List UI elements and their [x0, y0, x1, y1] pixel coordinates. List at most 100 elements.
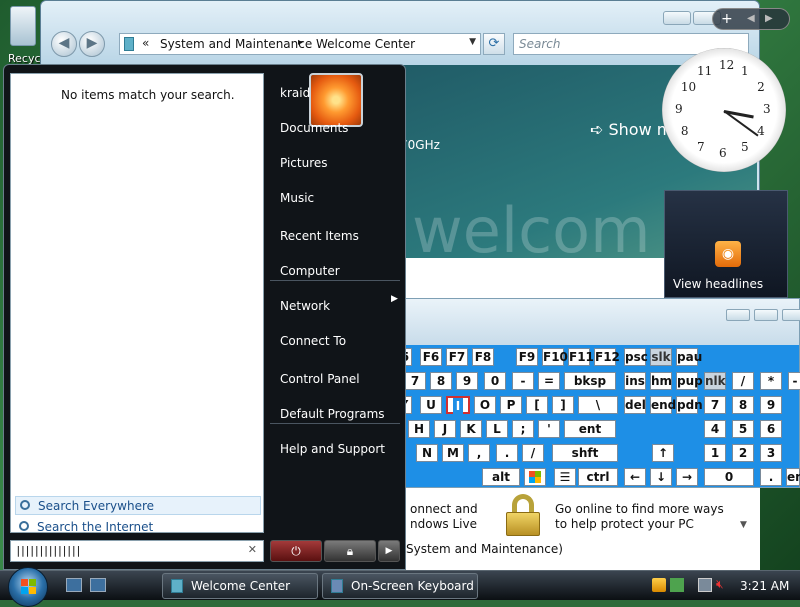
key-F8[interactable]: F8: [472, 348, 494, 366]
breadcrumb-system-maintenance[interactable]: System and Maintenance: [160, 37, 312, 51]
minimize-button[interactable]: [726, 309, 750, 321]
windows-live-text[interactable]: onnect and ndows Live: [410, 502, 478, 532]
security-shield-icon[interactable]: [652, 578, 666, 592]
key-7[interactable]: 7: [404, 372, 426, 390]
key-shft[interactable]: shft: [552, 444, 618, 462]
taskbar-on-screen-keyboard[interactable]: On-Screen Keyboard: [322, 573, 478, 599]
key-5[interactable]: 5: [732, 420, 754, 438]
key-↑[interactable]: ↑: [652, 444, 674, 462]
key-L[interactable]: L: [486, 420, 508, 438]
previous-icon[interactable]: ◀: [747, 13, 755, 24]
show-desktop-icon[interactable]: [66, 578, 82, 592]
protect-pc-text[interactable]: Go online to find more ways to help prot…: [555, 502, 724, 532]
breadcrumb-separator[interactable]: ▸: [298, 37, 303, 48]
power-button[interactable]: ⏻: [270, 540, 322, 562]
key-0[interactable]: 0: [704, 468, 754, 486]
key-ins[interactable]: ins: [624, 372, 646, 390]
key-F10[interactable]: F10: [542, 348, 568, 366]
key-↓[interactable]: ↓: [650, 468, 672, 486]
taskbar-clock[interactable]: 3:21 AM: [740, 579, 789, 593]
key-4[interactable]: 4: [704, 420, 726, 438]
maximize-button[interactable]: [754, 309, 778, 321]
key-M[interactable]: M: [442, 444, 464, 462]
key-'[interactable]: ': [538, 420, 560, 438]
key-end[interactable]: end: [650, 396, 676, 414]
refresh-button[interactable]: ⟳: [483, 33, 505, 55]
network-icon[interactable]: [698, 578, 712, 592]
key-F12[interactable]: F12: [594, 348, 620, 366]
key-F6[interactable]: F6: [420, 348, 442, 366]
start-menu-item-documents[interactable]: Documents: [280, 121, 348, 135]
system-maintenance-link[interactable]: System and Maintenance): [406, 542, 563, 556]
search-internet-link[interactable]: Search the Internet: [15, 518, 261, 537]
next-icon[interactable]: ▶: [765, 13, 773, 24]
start-menu-item-recent-items[interactable]: Recent Items: [280, 229, 359, 243]
key-1[interactable]: 1: [704, 444, 726, 462]
key-del[interactable]: del: [624, 396, 646, 414]
key-slk[interactable]: slk: [650, 348, 672, 366]
key-.[interactable]: .: [760, 468, 782, 486]
key-ctrl[interactable]: ctrl: [578, 468, 618, 486]
key-9[interactable]: 9: [760, 396, 782, 414]
switch-windows-icon[interactable]: [90, 578, 106, 592]
key-alt[interactable]: alt: [482, 468, 520, 486]
key-/[interactable]: /: [732, 372, 754, 390]
start-button[interactable]: [8, 567, 48, 607]
key-P[interactable]: P: [500, 396, 522, 414]
key-pau[interactable]: pau: [676, 348, 702, 366]
key-/[interactable]: /: [522, 444, 544, 462]
key-F9[interactable]: F9: [516, 348, 538, 366]
key-F7[interactable]: F7: [446, 348, 468, 366]
start-menu-item-kraid[interactable]: kraid: [280, 86, 310, 100]
back-button[interactable]: ◀: [51, 31, 77, 57]
key-windows[interactable]: [524, 468, 546, 486]
lock-button[interactable]: 🔒︎: [324, 540, 376, 562]
key-ent[interactable]: ent: [564, 420, 616, 438]
key-][interactable]: ]: [552, 396, 574, 414]
start-search-input[interactable]: |||||||||||||| ✕: [10, 540, 264, 562]
address-bar[interactable]: « System and Maintenance ▸ Welcome Cente…: [119, 33, 481, 55]
key-K[interactable]: K: [460, 420, 482, 438]
start-menu-item-pictures[interactable]: Pictures: [280, 156, 328, 170]
clear-search-icon[interactable]: ✕: [248, 543, 257, 556]
expand-icon[interactable]: ▼: [740, 520, 747, 530]
breadcrumb-chevron[interactable]: «: [142, 36, 149, 50]
start-menu-item-music[interactable]: Music: [280, 191, 314, 205]
add-gadget-icon[interactable]: +: [721, 11, 733, 27]
key-9[interactable]: 9: [456, 372, 478, 390]
key-,[interactable]: ,: [468, 444, 490, 462]
key-J[interactable]: J: [434, 420, 456, 438]
search-everywhere-link[interactable]: Search Everywhere: [15, 496, 261, 515]
key-bksp[interactable]: bksp: [564, 372, 616, 390]
key-0[interactable]: 0: [484, 372, 506, 390]
breadcrumb-welcome-center[interactable]: Welcome Center: [316, 37, 415, 51]
key-7[interactable]: 7: [704, 396, 726, 414]
key-U[interactable]: U: [420, 396, 442, 414]
start-menu-item-help-and-support[interactable]: Help and Support: [280, 442, 385, 456]
key-pup[interactable]: pup: [676, 372, 703, 390]
feed-headlines-gadget[interactable]: ◉ View headlines: [664, 190, 788, 298]
key-nlk[interactable]: nlk: [704, 372, 726, 390]
key-2[interactable]: 2: [732, 444, 754, 462]
key-F11[interactable]: F11: [568, 348, 594, 366]
key-←[interactable]: ←: [624, 468, 646, 486]
key-en[interactable]: en: [786, 468, 800, 486]
user-avatar[interactable]: [309, 73, 363, 127]
shutdown-options-button[interactable]: ▶: [378, 540, 400, 562]
recycle-bin[interactable]: Recycle: [0, 0, 50, 66]
key-N[interactable]: N: [416, 444, 438, 462]
key-menu[interactable]: ☰: [554, 468, 576, 486]
key-→[interactable]: →: [676, 468, 698, 486]
key-pdn[interactable]: pdn: [676, 396, 703, 414]
key-psc[interactable]: psc: [624, 348, 648, 366]
key-6[interactable]: 6: [760, 420, 782, 438]
show-more-link[interactable]: ➪ Show m: [590, 120, 672, 139]
key-;[interactable]: ;: [512, 420, 534, 438]
key-I[interactable]: I: [446, 396, 470, 414]
key--[interactable]: -: [512, 372, 534, 390]
windows-update-icon[interactable]: [670, 578, 684, 592]
minimize-button[interactable]: [663, 11, 691, 25]
key--[interactable]: -: [788, 372, 800, 390]
start-menu-item-computer[interactable]: Computer: [280, 264, 340, 278]
key-H[interactable]: H: [408, 420, 430, 438]
